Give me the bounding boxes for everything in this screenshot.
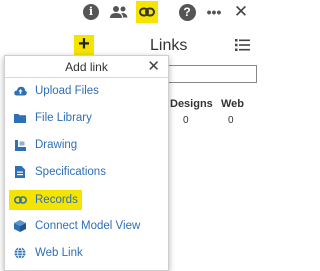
close-icon: ✕ [147,58,160,75]
users-button[interactable] [108,1,130,23]
help-button[interactable]: ? [176,1,198,23]
popup-close-button[interactable]: ✕ [147,57,160,75]
menu-item-label: Drawing [35,139,78,151]
menu-item-label: File Library [35,112,92,124]
menu-item-connect-model-view[interactable]: Connect Model View [9,216,140,236]
menu-item-label: Web Link [35,247,83,259]
popup-title: Add link [65,60,108,74]
help-icon: ? [178,3,196,21]
info-button[interactable]: i [80,1,102,23]
menu-item-web-link[interactable]: Web Link [9,243,83,263]
list-view-icon[interactable] [235,39,250,51]
add-link-popup: Add link ✕ Upload Files File Library Dra… [4,55,169,271]
drawing-icon [13,138,27,152]
popup-divider [5,77,168,78]
menu-item-drawing[interactable]: Drawing [9,135,77,155]
menu-item-label: Upload Files [35,85,99,97]
cloud-upload-icon [13,84,27,98]
cube-icon [13,219,27,233]
menu-item-file-library[interactable]: File Library [9,108,92,128]
info-icon: i [83,4,99,20]
menu-item-label: Connect Model View [35,220,141,232]
menu-item-label: Specifications [35,166,106,178]
menu-item-specifications[interactable]: Specifications [9,162,106,182]
more-button[interactable]: ••• [203,1,225,23]
popup-header: Add link ✕ [5,56,168,76]
people-icon [110,6,128,18]
globe-icon [13,246,27,260]
search-input[interactable] [158,65,257,83]
designs-count: 0 [183,115,189,126]
top-toolbar: i ? ••• ✕ [0,0,260,24]
link-icon [13,193,27,207]
column-header-designs: Designs [170,98,213,110]
add-link-button[interactable]: + [74,34,94,55]
panel-title: Links [150,37,188,54]
menu-item-records[interactable]: Records [9,190,82,210]
links-button[interactable] [136,1,158,23]
menu-item-label: Records [35,194,78,206]
close-icon: ✕ [233,2,249,21]
more-icon: ••• [206,4,222,20]
close-panel-button[interactable]: ✕ [230,1,252,23]
link-icon [139,7,155,17]
menu-item-upload-files[interactable]: Upload Files [9,81,99,101]
document-icon [13,165,27,179]
column-header-web: Web [221,98,245,110]
folder-icon [13,111,27,125]
web-count: 0 [228,115,234,126]
